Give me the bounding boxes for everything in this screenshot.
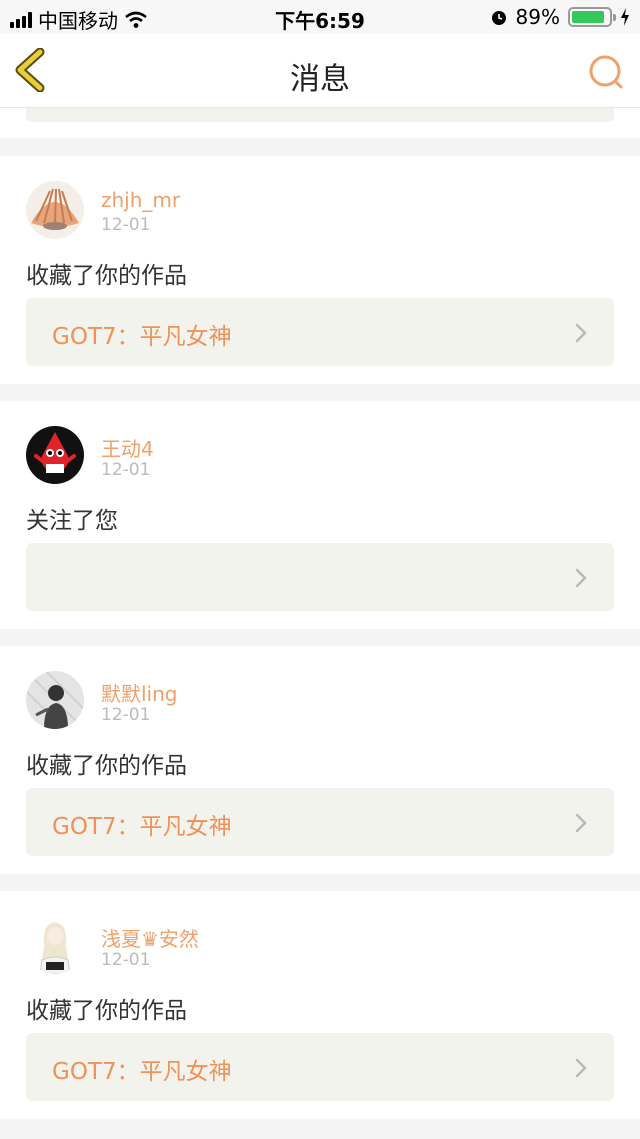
list-item[interactable]: zhjh_mr 12-01 收藏了你的作品 GOT7：平凡女神 (0, 156, 640, 384)
chevron-right-icon (575, 323, 587, 343)
message-list[interactable]: zhjh_mr 12-01 收藏了你的作品 GOT7：平凡女神 王动4 12-0… (0, 108, 640, 1139)
avatar[interactable] (26, 671, 84, 729)
message-action: 收藏了你的作品 (26, 998, 187, 1024)
list-item[interactable]: 王动4 12-01 关注了您 (0, 401, 640, 629)
avatar[interactable] (26, 181, 84, 239)
message-date: 12-01 (101, 950, 151, 970)
username[interactable]: 浅夏♛安然 (101, 923, 199, 952)
battery-percent: 89% (515, 5, 560, 29)
avatar[interactable] (26, 916, 84, 974)
work-title: GOT7：平凡女神 (52, 814, 232, 840)
work-title: GOT7：平凡女神 (52, 324, 232, 350)
page-title: 消息 (290, 62, 350, 97)
message-date: 12-01 (101, 705, 151, 725)
charging-icon (621, 8, 629, 26)
username[interactable]: zhjh_mr (101, 188, 180, 212)
nav-bar: 消息 (0, 34, 640, 108)
message-date: 12-01 (101, 215, 151, 235)
chevron-right-icon (575, 1058, 587, 1078)
status-bar: 中国移动 下午6:59 89% (0, 0, 640, 34)
message-action: 收藏了你的作品 (26, 753, 187, 779)
alarm-icon (491, 11, 506, 25)
chevron-right-icon (575, 813, 587, 833)
battery-level (572, 11, 605, 23)
chevron-right-icon (575, 568, 587, 588)
work-title: GOT7：平凡女神 (52, 1059, 232, 1085)
work-link[interactable]: GOT7：平凡女神 (26, 788, 614, 856)
username[interactable]: 默默ling (101, 678, 177, 707)
work-link-partial (26, 108, 614, 122)
message-action: 收藏了你的作品 (26, 263, 187, 289)
list-item-partial (0, 108, 640, 138)
message-date: 12-01 (101, 460, 151, 480)
message-action: 关注了您 (26, 508, 118, 534)
list-item[interactable]: 浅夏♛安然 12-01 收藏了你的作品 GOT7：平凡女神 (0, 891, 640, 1119)
list-item[interactable]: 默默ling 12-01 收藏了你的作品 GOT7：平凡女神 (0, 646, 640, 874)
work-link[interactable]: GOT7：平凡女神 (26, 298, 614, 366)
avatar[interactable] (26, 426, 84, 484)
username[interactable]: 王动4 (101, 433, 154, 462)
work-link[interactable] (26, 543, 614, 611)
search-icon[interactable] (586, 52, 626, 92)
work-link[interactable]: GOT7：平凡女神 (26, 1033, 614, 1101)
status-right: 89% (490, 5, 630, 29)
battery-icon (568, 7, 616, 27)
